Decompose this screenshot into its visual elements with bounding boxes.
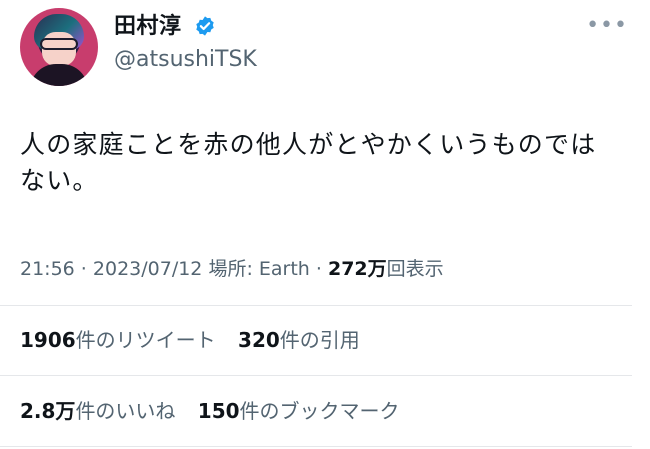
display-name-container[interactable]: 田村淳 (114, 14, 216, 40)
bookmarks-count: 150 (197, 399, 240, 423)
likes-count: 2.8万 (20, 399, 76, 423)
display-name[interactable]: 田村淳 (114, 14, 182, 39)
likes-label: 件のいいね (75, 399, 176, 423)
tweet-date[interactable]: 2023/07/12 (93, 258, 203, 280)
tweet-text: 人の家庭ことを赤の他人がとやかくいうものでは ない。 (20, 127, 632, 199)
tweet-header: 田村淳 @atsushiTSK ••• (20, 8, 632, 88)
avatar[interactable] (20, 8, 98, 86)
retweets-label: 件のリツイート (75, 328, 216, 352)
quotes-label: 件の引用 (279, 328, 360, 352)
meta-separator: · (309, 258, 328, 280)
views-label[interactable]: 回表示 (387, 258, 444, 280)
tweet-text-line-1: 人の家庭ことを赤の他人がとやかくいうものでは (20, 130, 597, 159)
divider (0, 446, 632, 447)
divider (0, 375, 632, 376)
tweet-time[interactable]: 21:56 (20, 258, 75, 280)
views-count[interactable]: 272万 (328, 258, 387, 280)
quotes-stat[interactable]: 320件の引用 (238, 327, 360, 353)
divider (0, 305, 632, 306)
retweets-count: 1906 (20, 328, 76, 352)
verified-badge-icon (195, 16, 214, 36)
stats-row-reposts: 1906件のリツイート 320件の引用 (20, 327, 632, 353)
tweet-text-line-2: ない。 (20, 166, 99, 195)
tweet-location: 場所: Earth (202, 258, 310, 280)
quotes-count: 320 (238, 328, 280, 352)
stats-row-engagement: 2.8万件のいいね 150件のブックマーク (20, 398, 632, 424)
meta-separator: · (74, 258, 93, 280)
likes-stat[interactable]: 2.8万件のいいね (20, 398, 175, 424)
avatar-body (30, 64, 88, 86)
avatar-glasses (40, 38, 78, 50)
user-handle[interactable]: @atsushiTSK (114, 47, 257, 73)
more-horizontal-icon[interactable]: ••• (586, 15, 628, 37)
bookmarks-label: 件のブックマーク (239, 399, 400, 423)
tweet-meta: 21:56 · 2023/07/12 場所: Earth · 272万回表示 (20, 256, 632, 282)
bookmarks-stat[interactable]: 150件のブックマーク (198, 398, 400, 424)
retweets-stat[interactable]: 1906件のリツイート (20, 327, 216, 353)
